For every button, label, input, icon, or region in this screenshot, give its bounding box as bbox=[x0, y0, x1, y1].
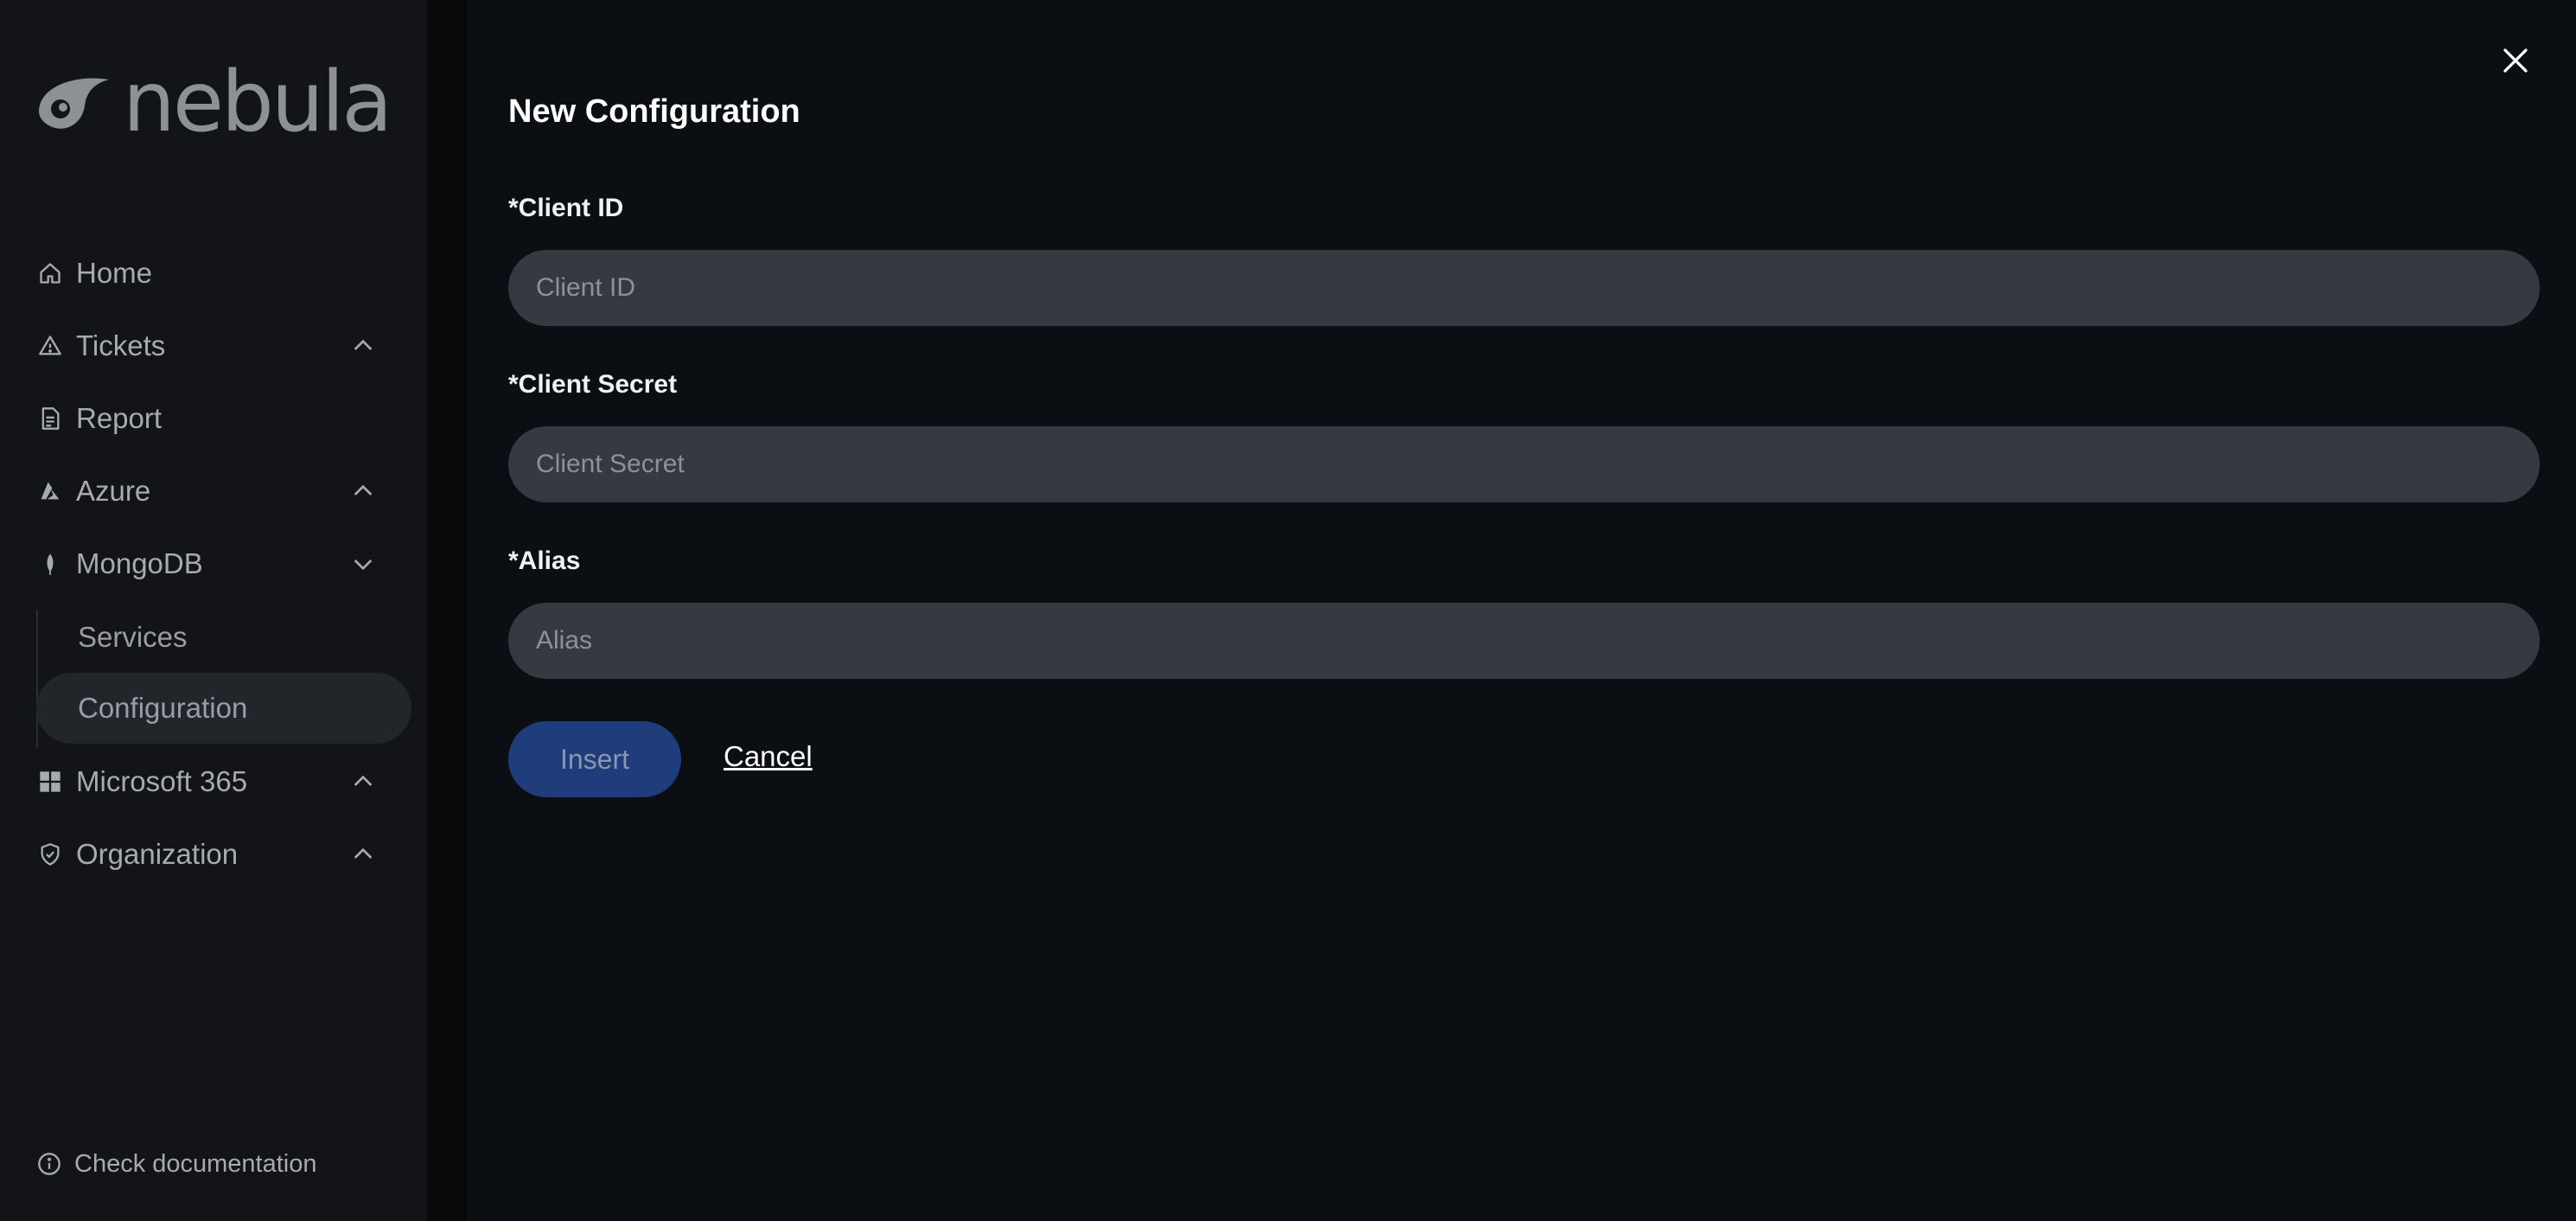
sidebar-item-mongodb[interactable]: MongoDB bbox=[35, 536, 380, 591]
sidebar-item-label: Microsoft 365 bbox=[76, 765, 248, 797]
check-documentation-link[interactable]: Check documentation bbox=[35, 1143, 317, 1185]
document-icon bbox=[35, 403, 66, 434]
chevron-up-icon[interactable] bbox=[346, 837, 380, 872]
close-icon bbox=[2503, 48, 2528, 73]
mongodb-leaf-icon bbox=[35, 548, 66, 579]
sidebar-item-label: Report bbox=[76, 402, 163, 434]
alias-input[interactable] bbox=[508, 603, 2540, 679]
page-title: New Configuration bbox=[508, 93, 800, 130]
sidebar-subitem-configuration[interactable]: Configuration bbox=[36, 673, 411, 744]
home-icon bbox=[35, 258, 66, 289]
client-secret-label: *Client Secret bbox=[508, 370, 678, 399]
brand-logo[interactable]: nebula bbox=[35, 54, 392, 150]
sidebar-subitem-label: Configuration bbox=[78, 692, 248, 724]
cancel-link[interactable]: Cancel bbox=[724, 740, 813, 773]
sidebar-item-label: Tickets bbox=[76, 329, 166, 361]
chevron-up-icon[interactable] bbox=[346, 474, 380, 508]
brand-name: nebula bbox=[123, 54, 392, 150]
sidebar-item-tickets[interactable]: Tickets bbox=[35, 318, 380, 374]
sidebar-item-label: Organization bbox=[76, 838, 239, 870]
sidebar-subitem-services[interactable]: Services bbox=[36, 602, 411, 673]
client-id-input[interactable] bbox=[508, 250, 2540, 326]
configuration-panel: New Configuration *Client ID *Client Sec… bbox=[467, 0, 2576, 1221]
sidebar-item-home[interactable]: Home bbox=[35, 246, 380, 301]
sidebar-item-report[interactable]: Report bbox=[35, 391, 380, 446]
sidebar-item-organization[interactable]: Organization bbox=[35, 827, 380, 882]
client-id-label: *Client ID bbox=[508, 194, 624, 222]
chevron-up-icon[interactable] bbox=[346, 329, 380, 363]
sidebar-item-label: Azure bbox=[76, 475, 151, 507]
sidebar-subitem-label: Services bbox=[78, 621, 188, 653]
sidebar-divider bbox=[427, 0, 467, 1221]
app-window: nebula Home Tickets Report Azure MongoDB… bbox=[0, 0, 2576, 1221]
chevron-up-icon[interactable] bbox=[346, 764, 380, 799]
grid-icon bbox=[35, 766, 66, 797]
sidebar: nebula Home Tickets Report Azure MongoDB… bbox=[0, 0, 427, 1221]
sidebar-item-label: MongoDB bbox=[76, 547, 203, 579]
info-icon bbox=[35, 1149, 64, 1179]
close-button[interactable] bbox=[2496, 42, 2535, 80]
alias-label: *Alias bbox=[508, 547, 581, 575]
shield-check-icon bbox=[35, 839, 66, 870]
insert-button[interactable]: Insert bbox=[508, 721, 681, 797]
azure-icon bbox=[35, 476, 66, 507]
chevron-down-icon[interactable] bbox=[346, 547, 380, 581]
sidebar-item-label: Home bbox=[76, 257, 153, 289]
check-documentation-label: Check documentation bbox=[74, 1149, 317, 1178]
sidebar-item-microsoft-365[interactable]: Microsoft 365 bbox=[35, 754, 380, 809]
nebula-logo-icon bbox=[38, 78, 110, 129]
client-secret-input[interactable] bbox=[508, 426, 2540, 502]
warning-icon bbox=[35, 330, 66, 361]
sidebar-item-azure[interactable]: Azure bbox=[35, 463, 380, 519]
